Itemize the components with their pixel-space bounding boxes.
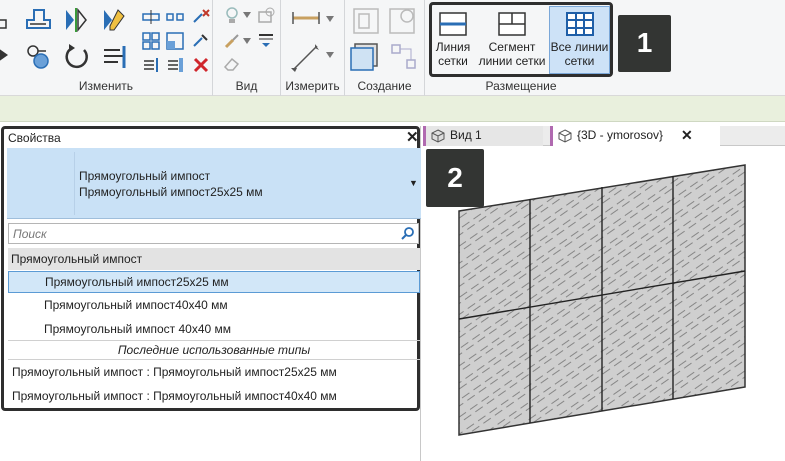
type-list-item[interactable]: Прямоугольный импост40x40 мм: [8, 294, 420, 316]
split-icon[interactable]: [142, 8, 160, 26]
brush-icon[interactable]: [223, 32, 241, 50]
trim-extend-icon[interactable]: [100, 42, 130, 72]
callout-badge-1: 1: [618, 15, 671, 72]
placement-highlight-frame: Линия сетки Сегмент линии сетки Все лини…: [429, 2, 613, 77]
ribbon-group-view: Вид: [213, 0, 281, 96]
grid-segment-label-2: линии сетки: [478, 54, 546, 68]
ribbon-group-create: Создание: [345, 0, 425, 96]
grid-line-label-2: сетки: [438, 54, 468, 68]
rotate-icon[interactable]: [62, 42, 92, 72]
move-icon[interactable]: [0, 44, 16, 66]
ribbon-group-label: Размещение: [485, 79, 557, 93]
tab-3d-view[interactable]: {3D - ymorosov} ✕: [550, 126, 720, 146]
ribbon-group-measure: Измерить: [281, 0, 345, 96]
all-grid-lines-icon: [565, 11, 595, 37]
dimension-icon[interactable]: [289, 42, 321, 74]
type-preview-thumbnail: [11, 152, 75, 215]
cube-view-icon: [558, 129, 572, 143]
pin-icon[interactable]: [192, 32, 210, 50]
ribbon: Изменить Вид Измерить Создание Размещени…: [0, 0, 785, 96]
split-gap-icon[interactable]: [166, 8, 184, 26]
properties-highlight-frame: Свойства ✕ Прямоугольный импост Прямоуго…: [1, 126, 421, 411]
ribbon-group-label: Вид: [235, 79, 258, 93]
search-icon[interactable]: [400, 226, 415, 241]
array-icon[interactable]: [142, 32, 160, 50]
tab-label: {3D - ymorosov}: [577, 128, 664, 142]
type-family: Прямоугольный импост: [79, 169, 211, 183]
create-assembly-icon[interactable]: [349, 40, 383, 74]
type-group-header: Прямоугольный импост: [8, 248, 420, 270]
contextual-bar: [0, 96, 785, 122]
search-placeholder: Поиск: [13, 227, 47, 241]
close-icon[interactable]: ✕: [406, 128, 419, 146]
eraser-icon[interactable]: [223, 56, 241, 72]
hidden-elements-icon[interactable]: [257, 6, 275, 26]
type-search-input[interactable]: Поиск: [8, 223, 419, 244]
distribute-icon[interactable]: [166, 56, 184, 74]
type-list-item[interactable]: Прямоугольный импост 40x40 мм: [8, 318, 420, 340]
all-grid-lines-label-2: сетки: [564, 54, 595, 68]
offset-icon[interactable]: [24, 6, 52, 34]
recent-type-item[interactable]: Прямоугольный импост : Прямоугольный имп…: [8, 361, 420, 383]
grid-line-label-1: Линия: [435, 40, 471, 54]
grid-line-icon: [438, 11, 468, 37]
linework-icon[interactable]: [257, 32, 275, 50]
cube-view-icon: [431, 129, 445, 143]
chevron-down-icon[interactable]: [243, 12, 251, 18]
ribbon-group-label: Изменить: [78, 79, 134, 93]
grid-segment-icon: [497, 11, 527, 37]
callout-badge-2: 2: [426, 149, 484, 207]
create-group-icon[interactable]: [387, 6, 417, 36]
all-grid-lines-button[interactable]: Все линии сетки: [549, 6, 610, 74]
properties-panel: Свойства ✕ Прямоугольный импост Прямоуго…: [0, 126, 421, 461]
close-icon[interactable]: ✕: [681, 126, 693, 145]
properties-title: Свойства: [8, 131, 61, 145]
create-parts-icon[interactable]: [351, 6, 381, 36]
chevron-down-icon[interactable]: ▼: [409, 178, 418, 188]
tab-label: Вид 1: [450, 128, 482, 142]
grid-segment-button[interactable]: Сегмент линии сетки: [476, 6, 548, 74]
recent-type-item[interactable]: Прямоугольный импост : Прямоугольный имп…: [8, 385, 420, 407]
measure-icon[interactable]: [291, 10, 321, 26]
scale-icon[interactable]: [166, 32, 184, 50]
ribbon-group-modify: Изменить: [0, 0, 213, 96]
type-name: Прямоугольный импост25x25 мм: [79, 185, 263, 199]
unpin-icon[interactable]: [192, 8, 210, 26]
grid-line-button[interactable]: Линия сетки: [433, 6, 473, 74]
copy-icon[interactable]: [24, 42, 52, 70]
chevron-down-icon[interactable]: [326, 52, 334, 58]
tab-view-1[interactable]: Вид 1: [423, 126, 543, 146]
ribbon-group-label: Измерить: [285, 79, 340, 93]
align-right-icon[interactable]: [142, 56, 160, 74]
bulb-icon[interactable]: [223, 6, 241, 26]
grid-segment-label-1: Сегмент: [488, 40, 536, 54]
align-icon[interactable]: [0, 10, 16, 32]
type-list-item[interactable]: Прямоугольный импост25x25 мм: [8, 271, 420, 293]
chevron-down-icon[interactable]: [243, 38, 251, 44]
ribbon-group-label: Создание: [357, 79, 412, 93]
delete-icon[interactable]: [192, 56, 210, 74]
recent-types-header: Последние использованные типы: [8, 340, 420, 360]
similar-icon[interactable]: [389, 42, 419, 72]
chevron-down-icon[interactable]: [326, 16, 334, 22]
mirror-axis-icon[interactable]: [62, 6, 90, 34]
mirror-draw-icon[interactable]: [100, 6, 128, 34]
view-tabs: Вид 1 {3D - ymorosov} ✕: [423, 126, 785, 146]
all-grid-lines-label-1: Все линии: [550, 40, 609, 54]
type-selector[interactable]: Прямоугольный импост Прямоугольный импос…: [7, 148, 421, 219]
